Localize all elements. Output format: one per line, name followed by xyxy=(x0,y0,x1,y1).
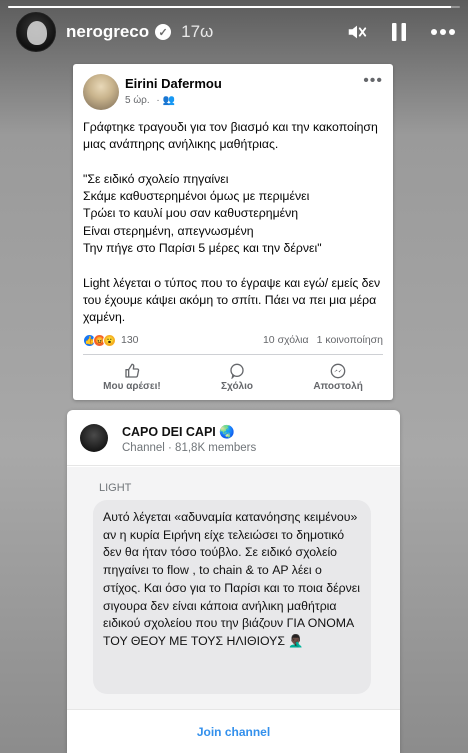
wow-reaction-icon: 😮 xyxy=(103,333,116,347)
telegram-header: CAPO DEI CAPI 🌏 Channel · 81,8K members xyxy=(67,410,400,466)
reaction-icons: 👍 😡 😮 xyxy=(83,333,116,347)
story-progress-bar xyxy=(8,6,460,8)
comment-button[interactable]: Σχόλιο xyxy=(221,363,253,392)
fb-post-stats: 👍 😡 😮 130 10 σχόλια 1 κοινοποίηση xyxy=(83,331,383,349)
fb-post-time: 5 ώρ. xyxy=(125,95,150,106)
message-sender: LIGHT xyxy=(99,482,132,494)
fb-post-actions: Μου αρέσει! Σχόλιο Αποστολή xyxy=(73,359,393,395)
thumbs-up-icon xyxy=(125,363,140,378)
comment-count: 10 σχόλια xyxy=(262,334,309,346)
reaction-count: 130 xyxy=(121,334,139,346)
channel-subtitle: Channel · 81,8K members xyxy=(122,442,257,454)
pause-icon[interactable] xyxy=(390,22,408,42)
channel-name: CAPO DEI CAPI 🌏 xyxy=(122,425,235,439)
fb-author-name: Eirini Dafermou xyxy=(125,76,222,91)
telegram-feed: LIGHT Αυτό λέγεται «αδυναμία κατανόησης … xyxy=(67,467,400,709)
comment-icon xyxy=(230,363,244,379)
story-avatar[interactable] xyxy=(16,12,56,52)
more-icon[interactable] xyxy=(430,28,456,36)
fb-author-avatar xyxy=(83,74,119,110)
comment-label: Σχόλιο xyxy=(221,380,253,392)
mute-icon[interactable] xyxy=(346,21,368,43)
join-channel-button[interactable]: Join channel xyxy=(67,709,400,753)
fb-post-meta: 5 ώρ. · 👥 xyxy=(125,95,175,106)
send-label: Αποστολή xyxy=(313,380,363,392)
send-button[interactable]: Αποστολή xyxy=(313,363,363,392)
story-username[interactable]: nerogreco xyxy=(66,22,149,42)
facebook-post-card: Eirini Dafermou 5 ώρ. · 👥 ••• Γράφτηκε τ… xyxy=(73,64,393,400)
like-label: Μου αρέσει! xyxy=(103,380,161,392)
friends-icon: · 👥 xyxy=(156,95,175,106)
channel-avatar xyxy=(80,424,108,452)
story-header: nerogreco ✓ 17ω xyxy=(16,10,456,54)
story-time: 17ω xyxy=(181,22,214,41)
fb-post-body: Γράφτηκε τραγουδι για τον βιασμό και την… xyxy=(83,120,381,325)
fb-post-header: Eirini Dafermou 5 ώρ. · 👥 ••• xyxy=(73,64,393,112)
story-progress-fill xyxy=(8,6,451,8)
story-controls xyxy=(346,21,456,43)
like-button[interactable]: Μου αρέσει! xyxy=(103,363,161,392)
verified-badge-icon: ✓ xyxy=(155,24,172,40)
share-count: 1 κοινοποίηση xyxy=(316,334,383,346)
message-bubble: Αυτό λέγεται «αδυναμία κατανόησης κειμέν… xyxy=(93,500,371,694)
fb-more-icon: ••• xyxy=(363,72,383,89)
messenger-icon xyxy=(330,363,346,378)
divider xyxy=(83,354,383,355)
telegram-channel-card: CAPO DEI CAPI 🌏 Channel · 81,8K members … xyxy=(67,410,400,753)
